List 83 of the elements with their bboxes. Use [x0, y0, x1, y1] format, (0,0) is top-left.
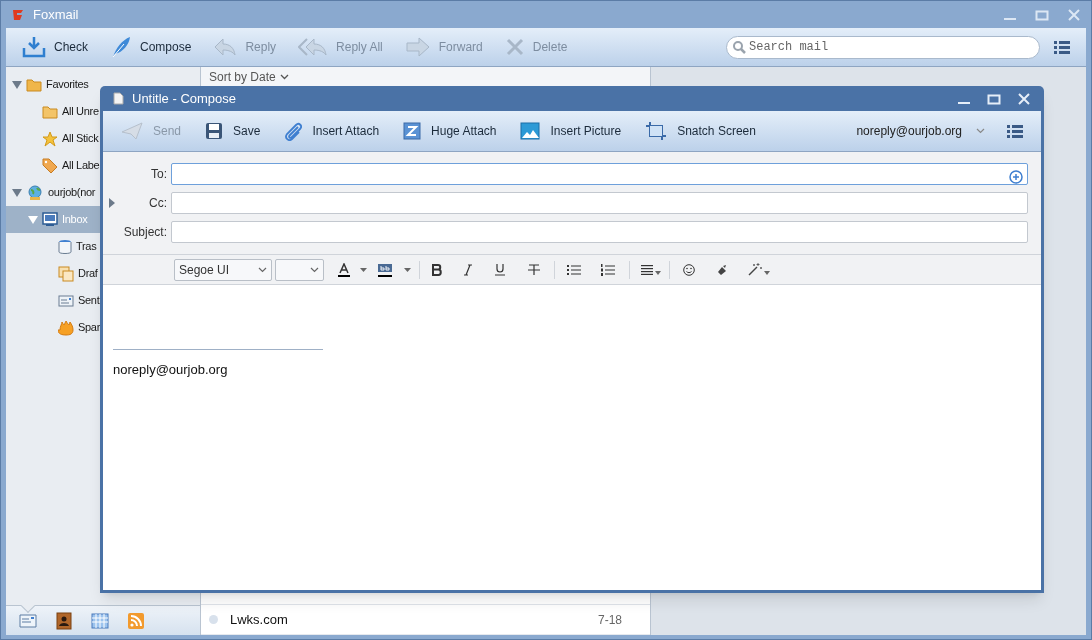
- highlight-color-icon[interactable]: [378, 262, 392, 277]
- field-label: To:: [150, 166, 167, 183]
- menu-icon[interactable]: [1007, 124, 1023, 138]
- folder-item[interactable]: Sent: [78, 292, 100, 309]
- status-dot-icon: [209, 615, 218, 624]
- field-label: Cc:: [148, 195, 167, 212]
- text-color-icon[interactable]: [338, 262, 350, 277]
- brush-icon[interactable]: [716, 263, 728, 276]
- magic-wand-icon[interactable]: [748, 263, 762, 276]
- download-tray-icon: [22, 36, 46, 58]
- message-date: 7-18: [597, 611, 622, 629]
- paper-plane-icon: [121, 122, 143, 140]
- folder-item[interactable]: Spar: [78, 319, 101, 336]
- z-box-icon: [403, 122, 422, 140]
- folder-item[interactable]: All Labe: [62, 157, 100, 174]
- strikethrough-icon[interactable]: [528, 263, 540, 276]
- input-field[interactable]: [171, 192, 1028, 214]
- folder-item[interactable]: Favorites: [46, 76, 89, 93]
- caret-icon[interactable]: [404, 267, 411, 272]
- app-logo-icon: [11, 7, 25, 22]
- bold-icon[interactable]: [432, 263, 442, 276]
- account-selector[interactable]: noreply@ourjob.org: [856, 122, 962, 140]
- field-label: Subject:: [122, 224, 167, 241]
- toolbar-button[interactable]: Check: [22, 36, 88, 58]
- chevron-down-icon: [258, 266, 267, 273]
- folder-item[interactable]: All Unre: [62, 103, 99, 120]
- search-field[interactable]: Search mail: [726, 35, 1040, 59]
- chevron-down-icon: [279, 73, 289, 80]
- folder-item[interactable]: Draf: [78, 265, 98, 282]
- expand-triangle-icon[interactable]: [109, 198, 115, 208]
- reply-all-arrow-icon: [298, 37, 329, 57]
- align-icon[interactable]: [641, 264, 653, 275]
- expanded-triangle-icon[interactable]: [12, 188, 22, 197]
- search-icon: [732, 39, 746, 54]
- toolbar-button[interactable]: Insert Attach: [284, 121, 380, 141]
- expanded-triangle-icon[interactable]: [12, 80, 22, 89]
- smiley-icon[interactable]: [683, 263, 695, 276]
- sender-name[interactable]: Lwks.com: [230, 609, 586, 630]
- close-icon[interactable]: [1017, 91, 1031, 106]
- folder-item[interactable]: ourjob(nor: [48, 184, 96, 201]
- toolbar-button[interactable]: Huge Attach: [403, 122, 497, 140]
- caret-icon[interactable]: [360, 267, 367, 272]
- caret-icon[interactable]: [655, 270, 661, 275]
- folder-item[interactable]: Tras: [76, 238, 97, 255]
- drafts-icon: [58, 265, 74, 282]
- underline-icon[interactable]: [495, 263, 505, 276]
- signature-text: noreply@ourjob.org: [113, 361, 229, 379]
- compose-window-title: Untitle - Compose: [132, 89, 237, 108]
- menu-icon[interactable]: [1054, 40, 1070, 54]
- toolbar-button[interactable]: Compose: [110, 36, 192, 58]
- window-title: Foxmail: [33, 5, 79, 24]
- crop-frame-icon: [645, 121, 668, 141]
- input-field[interactable]: [171, 163, 1028, 185]
- star-icon: [42, 130, 58, 147]
- contacts-book-icon[interactable]: [55, 611, 73, 630]
- trash-can-icon: [58, 238, 72, 255]
- envelope-icon: [58, 293, 74, 308]
- flame-icon: [58, 319, 74, 336]
- paperclip-icon: [284, 121, 303, 141]
- input-field[interactable]: [171, 221, 1028, 243]
- feather-icon: [110, 36, 132, 58]
- toolbar-button[interactable]: Save: [205, 122, 261, 140]
- numbered-list-icon[interactable]: [601, 263, 615, 276]
- chevron-down-icon: [976, 128, 985, 134]
- landscape-image-icon: [520, 122, 541, 140]
- folder-icon: [26, 77, 42, 92]
- forward-arrow-icon: [404, 37, 431, 57]
- chevron-down-icon: [310, 266, 319, 273]
- toolbar-button[interactable]: Insert Picture: [520, 122, 622, 140]
- reply-arrow-icon: [213, 37, 238, 57]
- sort-dropdown[interactable]: Sort by Date: [209, 67, 276, 86]
- tag-icon: [42, 157, 58, 174]
- bullet-list-icon[interactable]: [567, 263, 581, 276]
- font-dropdown[interactable]: Segoe UI: [174, 258, 272, 281]
- caret-icon[interactable]: [764, 270, 770, 275]
- document-icon: [113, 92, 124, 105]
- mail-icon[interactable]: [19, 611, 37, 630]
- folder-item[interactable]: All Stick: [62, 130, 99, 147]
- globe-icon: [26, 184, 44, 201]
- folder-icon: [42, 104, 58, 119]
- italic-icon[interactable]: [464, 263, 472, 276]
- toolbar-button[interactable]: Snatch Screen: [645, 121, 756, 141]
- add-recipient-icon[interactable]: [1009, 170, 1023, 184]
